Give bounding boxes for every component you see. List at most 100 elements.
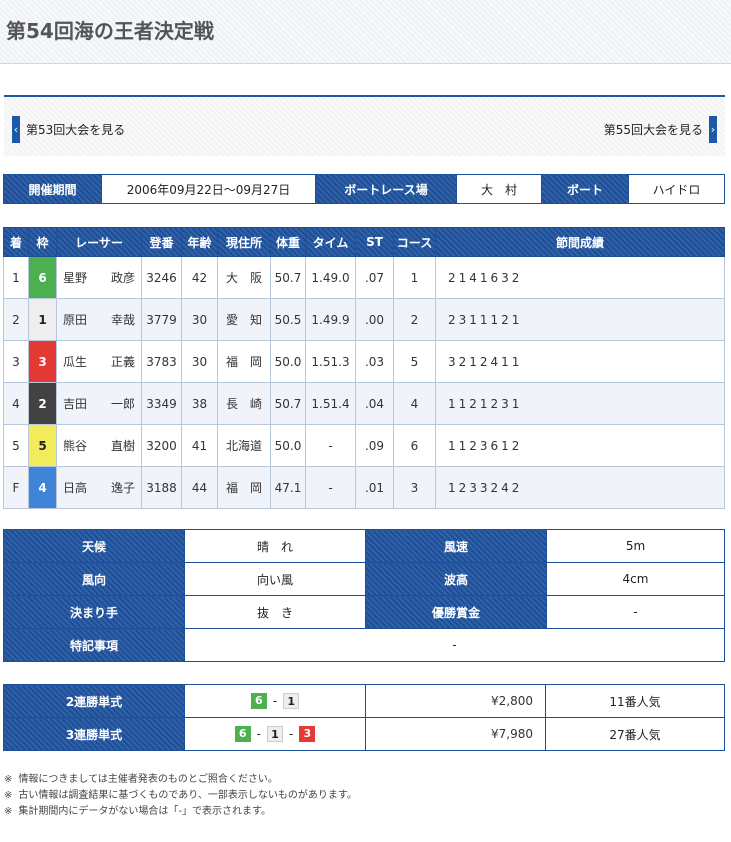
rank-cell: 2 xyxy=(3,298,29,341)
series-results: 1121231 xyxy=(435,382,725,425)
table-row: 1 6 星野 政彦 3246 42 大 阪 50.7 1.49.0 .07 1 … xyxy=(3,256,725,299)
table-row: F 4 日高 逸子 3188 44 福 岡 47.1 - .01 3 12332… xyxy=(3,466,725,509)
waku-badge: 3 xyxy=(28,340,57,383)
race-time: - xyxy=(305,424,356,467)
series-results: 2311121 xyxy=(435,298,725,341)
table-row: 4 2 吉田 一郎 3349 38 長 崎 50.7 1.51.4 .04 4 … xyxy=(3,382,725,425)
racer-name[interactable]: 原田 幸哉 xyxy=(56,298,142,341)
race-conditions-table: 天候 晴 れ 風速 5m 風向 向い風 波高 4cm 決まり手 抜 き 優勝賞金… xyxy=(3,529,725,662)
col-time: タイム xyxy=(305,227,356,257)
note-mark-icon: ※ xyxy=(4,806,13,817)
chevron-right-icon: › xyxy=(709,116,717,143)
waku-badge: 6 xyxy=(28,256,57,299)
next-tournament-link[interactable]: 第55回大会を見る › xyxy=(604,116,717,143)
boat-number-chip: 1 xyxy=(267,726,283,742)
next-tournament-label: 第55回大会を見る xyxy=(603,123,703,137)
racer-age: 41 xyxy=(181,424,218,467)
course: 5 xyxy=(393,340,436,383)
racer-weight: 47.1 xyxy=(270,466,306,509)
waku-badge: 5 xyxy=(28,424,57,467)
weather-value: 晴 れ xyxy=(184,529,366,563)
footnote-text: 情報につきましては主催者発表のものとご照合ください。 xyxy=(18,774,278,785)
series-results: 1123612 xyxy=(435,424,725,467)
race-time: 1.49.0 xyxy=(305,256,356,299)
racer-weight: 50.5 xyxy=(270,298,306,341)
prize-value: - xyxy=(546,595,725,629)
col-sets: 節間成績 xyxy=(435,227,725,257)
racer-weight: 50.7 xyxy=(270,382,306,425)
popularity-rank: 27番人気 xyxy=(545,717,725,751)
venue-value: 大 村 xyxy=(456,174,542,204)
course: 6 xyxy=(393,424,436,467)
boat-number-chip: 6 xyxy=(250,693,267,709)
bet-type-label: 3連勝単式 xyxy=(3,717,185,751)
start-timing: .09 xyxy=(355,424,394,467)
note-mark-icon: ※ xyxy=(4,790,13,801)
racer-home: 長 崎 xyxy=(217,382,271,425)
payout-row: 2連勝単式 6-1 ¥2,800 11番人気 xyxy=(3,684,725,718)
combo-separator: - xyxy=(256,727,261,741)
series-results: 3212411 xyxy=(435,340,725,383)
page-header: 第54回海の王者決定戦 xyxy=(0,0,731,64)
waku-badge: 4 xyxy=(28,466,57,509)
note-mark-icon: ※ xyxy=(4,774,13,785)
wind-direction-value: 向い風 xyxy=(184,562,366,596)
tournament-nav: ‹ 第53回大会を見る 第55回大会を見る › xyxy=(4,95,725,156)
racer-home: 北海道 xyxy=(217,424,271,467)
col-rank: 着 xyxy=(3,227,29,257)
chevron-left-icon: ‹ xyxy=(12,116,20,143)
col-st: ST xyxy=(355,227,394,257)
series-results: 2141632 xyxy=(435,256,725,299)
col-waku: 枠 xyxy=(28,227,57,257)
footnote-text: 集計期間内にデータがない場合は「-」で表示されます。 xyxy=(18,806,271,817)
col-course: コース xyxy=(393,227,436,257)
course: 2 xyxy=(393,298,436,341)
boat-number-chip: 3 xyxy=(299,726,316,742)
bet-type-label: 2連勝単式 xyxy=(3,684,185,718)
rank-cell: F xyxy=(3,466,29,509)
col-home: 現住所 xyxy=(217,227,271,257)
rank-cell: 5 xyxy=(3,424,29,467)
footnotes: ※ 情報につきましては主催者発表のものとご照合ください。 ※ 古い情報は調査結果に基… xyxy=(4,772,357,820)
results-table: 着 枠 レーサー 登番 年齢 現住所 体重 タイム ST コース 節間成績 1 … xyxy=(3,227,725,509)
racer-id: 3246 xyxy=(141,256,182,299)
racer-home: 大 阪 xyxy=(217,256,271,299)
combo-separator: - xyxy=(289,727,294,741)
boat-value: ハイドロ xyxy=(628,174,725,204)
prev-tournament-link[interactable]: ‹ 第53回大会を見る xyxy=(12,116,125,143)
racer-name[interactable]: 吉田 一郎 xyxy=(56,382,142,425)
racer-home: 愛 知 xyxy=(217,298,271,341)
rank-cell: 1 xyxy=(3,256,29,299)
racer-name[interactable]: 熊谷 直樹 xyxy=(56,424,142,467)
racer-name[interactable]: 瓜生 正義 xyxy=(56,340,142,383)
racer-home: 福 岡 xyxy=(217,466,271,509)
racer-home: 福 岡 xyxy=(217,340,271,383)
prize-label: 優勝賞金 xyxy=(365,595,547,629)
racer-weight: 50.0 xyxy=(270,340,306,383)
race-info-table: 開催期間 2006年09月22日〜09月27日 ボートレース場 大 村 ボート … xyxy=(3,174,725,204)
course: 1 xyxy=(393,256,436,299)
start-timing: .03 xyxy=(355,340,394,383)
race-time: - xyxy=(305,466,356,509)
start-timing: .07 xyxy=(355,256,394,299)
col-age: 年齢 xyxy=(181,227,218,257)
racer-age: 44 xyxy=(181,466,218,509)
course: 3 xyxy=(393,466,436,509)
payout-row: 3連勝単式 6-1-3 ¥7,980 27番人気 xyxy=(3,717,725,751)
wind-speed-label: 風速 xyxy=(365,529,547,563)
racer-id: 3779 xyxy=(141,298,182,341)
racer-age: 30 xyxy=(181,298,218,341)
combo-separator: - xyxy=(272,694,278,708)
racer-name[interactable]: 日高 逸子 xyxy=(56,466,142,509)
racer-name[interactable]: 星野 政彦 xyxy=(56,256,142,299)
wave-height-label: 波高 xyxy=(365,562,547,596)
prev-tournament-label: 第53回大会を見る xyxy=(26,123,126,137)
winning-combination: 6-1-3 xyxy=(184,717,366,751)
boat-label: ボート xyxy=(541,174,629,204)
special-notes-label: 特記事項 xyxy=(3,628,185,662)
footnote-text: 古い情報は調査結果に基づくものであり、一部表示しないものがあります。 xyxy=(18,790,357,801)
boat-number-chip: 1 xyxy=(283,693,300,709)
waku-badge: 2 xyxy=(28,382,57,425)
popularity-rank: 11番人気 xyxy=(545,684,725,718)
course: 4 xyxy=(393,382,436,425)
